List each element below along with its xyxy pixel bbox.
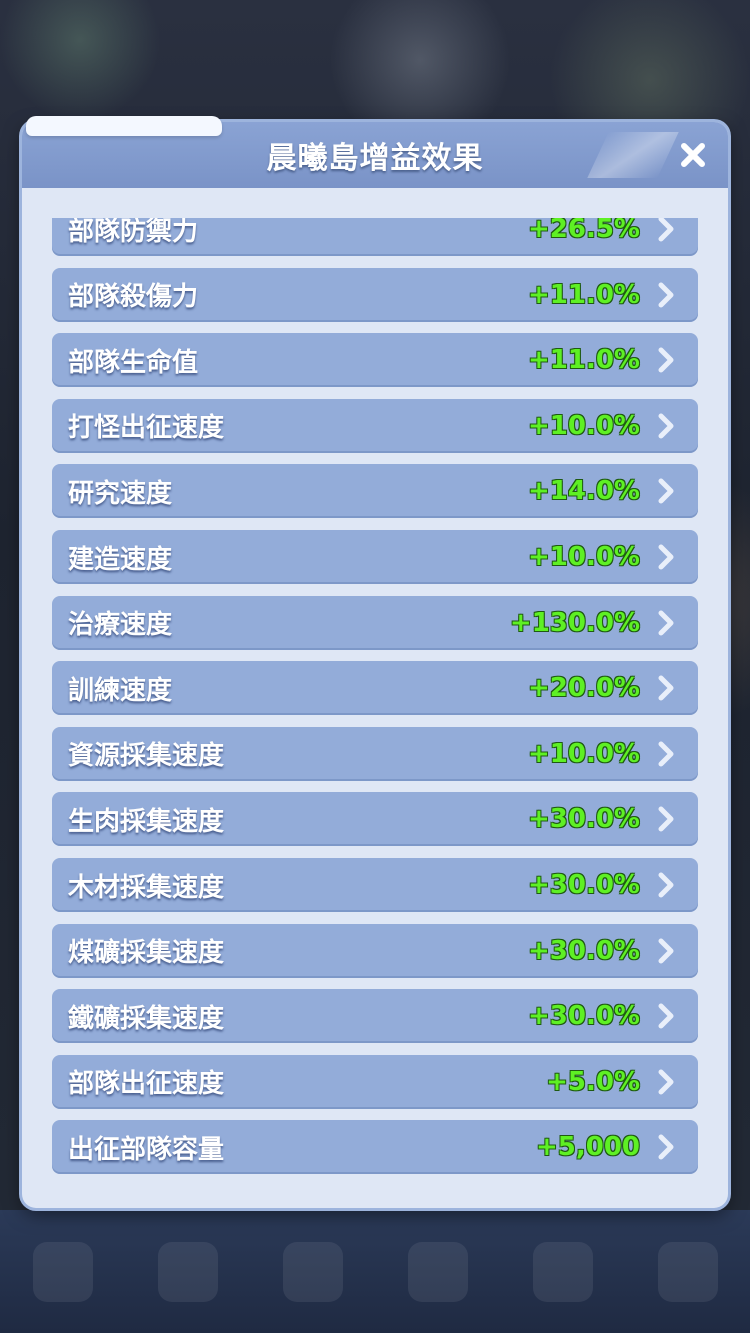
buff-value: +30.0% (528, 870, 640, 900)
buff-row[interactable]: 部隊生命值 +11.0% (52, 333, 698, 388)
buff-label: 研究速度 (68, 478, 173, 509)
bottom-nav-slot (282, 1241, 343, 1302)
buff-value: +10.0% (528, 738, 640, 769)
chevron-right-icon[interactable] (652, 1002, 680, 1030)
buff-value: +130.0% (509, 607, 640, 638)
buff-value: +30.0% (528, 804, 640, 835)
chevron-right-icon[interactable] (652, 937, 680, 965)
snow-decoration (26, 116, 222, 136)
chevron-right-icon[interactable] (652, 543, 680, 571)
chevron-right-icon[interactable] (652, 346, 680, 374)
buff-row[interactable]: 煤礦採集速度 +30.0% (52, 923, 698, 978)
buff-row[interactable]: 鐵礦採集速度 +30.0% (52, 989, 698, 1044)
buff-list[interactable]: 部隊防禦力 +26.5% 部隊殺傷力 +11.0% 部隊生命值 +11.0% 打怪出征速度 +… (52, 218, 698, 1184)
buff-row[interactable]: 部隊出征速度 +5.0% (52, 1054, 698, 1109)
chevron-right-icon[interactable] (652, 1068, 680, 1096)
chevron-right-icon[interactable] (652, 218, 680, 243)
bottom-nav-bar (0, 1210, 750, 1333)
buff-row[interactable]: 出征部隊容量 +5,000 (52, 1120, 698, 1175)
panel-title: 晨曦島增益效果 (266, 141, 484, 176)
bottom-nav-slot (532, 1241, 593, 1302)
buff-label: 鐵礦採集速度 (68, 1003, 225, 1034)
buff-value: +30.0% (528, 1001, 640, 1032)
buff-label: 部隊殺傷力 (68, 282, 199, 313)
buff-row[interactable]: 打怪出征速度 +10.0% (52, 398, 698, 453)
bottom-nav-slot (157, 1241, 218, 1302)
chevron-right-icon[interactable] (652, 740, 680, 768)
buff-row[interactable]: 生肉採集速度 +30.0% (52, 792, 698, 847)
buff-row[interactable]: 資源採集速度 +10.0% (52, 726, 698, 781)
buff-value: +30.0% (528, 935, 640, 966)
buff-value: +5,000 (535, 1132, 640, 1163)
buff-label: 訓練速度 (68, 675, 173, 706)
buff-row[interactable]: 治療速度 +130.0% (52, 595, 698, 650)
buff-value: +11.0% (528, 279, 640, 310)
buff-panel: 晨曦島增益效果 部隊防禦力 +26.5% 部隊殺傷力 +11.0% 部隊生命值 +11.0… (22, 122, 728, 1208)
chevron-right-icon[interactable] (652, 871, 680, 899)
buff-label: 建造速度 (68, 544, 173, 575)
bottom-nav-slot (32, 1241, 93, 1302)
buff-label: 生肉採集速度 (68, 806, 225, 837)
buff-row[interactable]: 研究速度 +14.0% (52, 464, 698, 519)
buff-label: 部隊生命值 (68, 347, 199, 378)
buff-label: 打怪出征速度 (68, 413, 225, 444)
chevron-right-icon[interactable] (652, 674, 680, 702)
buff-value: +10.0% (528, 410, 640, 441)
buff-label: 木材採集速度 (68, 872, 225, 903)
chevron-right-icon[interactable] (652, 609, 680, 637)
bottom-nav-slot (657, 1241, 718, 1302)
buff-value: +5.0% (546, 1066, 640, 1097)
header-decoration (587, 132, 679, 178)
buff-value: +11.0% (528, 345, 640, 376)
chevron-right-icon[interactable] (652, 412, 680, 440)
chevron-right-icon[interactable] (652, 805, 680, 833)
buff-row[interactable]: 部隊殺傷力 +11.0% (52, 267, 698, 322)
buff-label: 出征部隊容量 (68, 1134, 225, 1165)
buff-label: 部隊出征速度 (68, 1069, 225, 1100)
buff-label: 部隊防禦力 (68, 218, 199, 247)
buff-row[interactable]: 建造速度 +10.0% (52, 530, 698, 584)
close-icon (681, 143, 705, 167)
buff-label: 資源採集速度 (68, 741, 225, 772)
chevron-right-icon[interactable] (652, 1133, 680, 1161)
buff-value: +10.0% (528, 542, 640, 572)
close-button[interactable] (674, 136, 712, 174)
chevron-right-icon[interactable] (652, 477, 680, 505)
buff-value: +26.5% (528, 218, 640, 244)
buff-row[interactable]: 木材採集速度 +30.0% (52, 858, 698, 912)
bottom-nav-slot (407, 1241, 468, 1302)
buff-label: 治療速度 (68, 610, 173, 641)
buff-value: +14.0% (528, 476, 640, 507)
buff-row[interactable]: 訓練速度 +20.0% (52, 661, 698, 716)
buff-label: 煤礦採集速度 (68, 938, 225, 969)
buff-row[interactable]: 部隊防禦力 +26.5% (52, 218, 698, 256)
chevron-right-icon[interactable] (652, 281, 680, 309)
buff-value: +20.0% (528, 673, 640, 704)
